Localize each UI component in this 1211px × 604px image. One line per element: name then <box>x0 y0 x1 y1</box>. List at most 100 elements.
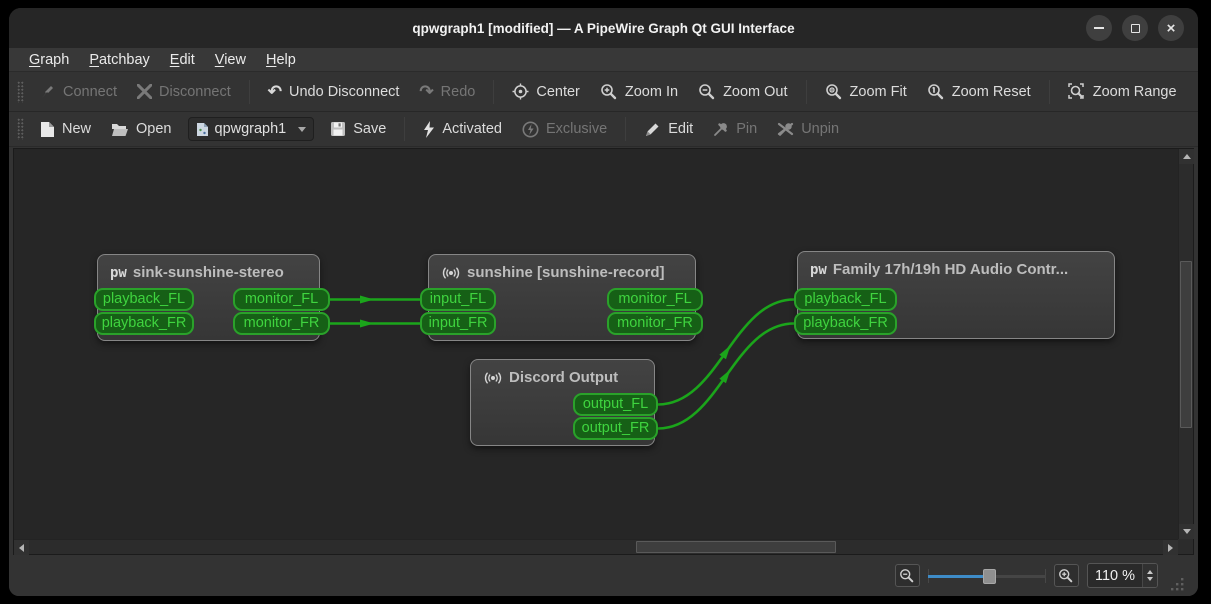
spin-up-icon <box>1147 570 1153 574</box>
port-input[interactable]: playback_FR <box>794 312 897 335</box>
port-output[interactable]: monitor_FL <box>607 288 703 311</box>
pipewire-icon: pw <box>810 261 827 278</box>
connection-wires <box>330 295 795 430</box>
port-input[interactable]: input_FL <box>420 288 496 311</box>
node-title: sink-sunshine-stereo <box>132 264 284 281</box>
center-button[interactable]: Center <box>502 78 590 105</box>
disconnect-icon <box>137 84 153 99</box>
arrow-down-icon <box>1182 529 1191 534</box>
arrow-right-icon <box>1168 543 1173 552</box>
horizontal-scrollbar[interactable] <box>14 539 1178 555</box>
activated-toggle[interactable]: Activated <box>413 116 512 143</box>
statusbar-zoom-in-button[interactable] <box>1053 564 1079 587</box>
zoom-fit-button[interactable]: Zoom Fit <box>815 78 917 106</box>
redo-button[interactable]: ↷ Redo <box>409 78 485 105</box>
port-output[interactable]: output_FL <box>573 393 658 416</box>
unpin-icon <box>778 122 794 136</box>
open-folder-icon <box>112 123 129 136</box>
toolbar-patchbay: New Open qpwgraph1 Save Activated Exclus… <box>9 112 1198 147</box>
port-output[interactable]: output_FR <box>573 417 658 440</box>
open-button[interactable]: Open <box>101 116 181 142</box>
scroll-down-button[interactable] <box>1179 524 1194 539</box>
statusbar-zoom-out-button[interactable] <box>894 564 920 587</box>
activated-bolt-icon <box>424 120 435 138</box>
spin-down-icon <box>1147 577 1153 581</box>
toolbar-separator <box>493 79 495 104</box>
slider-track-filled[interactable] <box>927 574 988 578</box>
menu-edit[interactable]: Edit <box>160 50 205 70</box>
menu-patchbay[interactable]: Patchbay <box>79 50 159 70</box>
toolbar-separator <box>805 79 807 104</box>
undo-icon: ↶ <box>267 82 282 101</box>
pin-icon <box>714 123 728 136</box>
graph-canvas-frame: pw sink-sunshine-stereo playback_FL play… <box>13 148 1194 555</box>
save-button[interactable]: Save <box>320 116 396 142</box>
port-input[interactable]: playback_FL <box>794 288 897 311</box>
scroll-right-button[interactable] <box>1163 540 1178 555</box>
zoom-reset-button[interactable]: Zoom Reset <box>917 78 1041 106</box>
chevron-down-icon <box>298 126 307 132</box>
zoom-in-button[interactable]: Zoom In <box>590 78 688 106</box>
menu-help[interactable]: Help <box>256 50 306 70</box>
zoom-percent-spinbox[interactable]: 110 % <box>1086 563 1158 588</box>
disconnect-button[interactable]: Disconnect <box>127 79 241 105</box>
patchbay-file-icon <box>196 122 208 136</box>
toolbar-separator <box>404 117 406 141</box>
scroll-left-button[interactable] <box>14 540 29 555</box>
stream-icon <box>484 372 502 383</box>
zoom-range-button[interactable]: Zoom Range <box>1058 78 1187 106</box>
edit-pencil-icon <box>646 123 659 136</box>
stream-icon <box>442 267 460 278</box>
horizontal-scroll-thumb[interactable] <box>636 541 836 553</box>
port-output[interactable]: monitor_FR <box>607 312 703 335</box>
port-input[interactable]: playback_FL <box>94 288 194 311</box>
toolbar-drag-handle[interactable] <box>17 80 24 103</box>
menu-graph[interactable]: Graph <box>19 50 79 70</box>
zoom-percent-value: 110 % <box>1094 567 1135 584</box>
zoom-fit-icon <box>825 83 841 99</box>
new-button[interactable]: New <box>30 116 101 143</box>
spinbox-arrows[interactable] <box>1142 564 1157 587</box>
zoom-slider[interactable] <box>927 567 1046 585</box>
pin-button[interactable]: Pin <box>703 116 767 142</box>
minimize-button[interactable] <box>1086 15 1112 41</box>
undo-button[interactable]: ↶ Undo Disconnect <box>258 78 410 105</box>
unpin-button[interactable]: Unpin <box>767 116 849 142</box>
patchbay-select[interactable]: qpwgraph1 <box>187 117 315 141</box>
new-file-icon <box>41 121 54 137</box>
slider-track[interactable] <box>987 574 1046 578</box>
toolbar-separator <box>625 117 627 141</box>
menubar: Graph Patchbay Edit View Help <box>9 48 1198 72</box>
app-window: qpwgraph1 [modified] — A PipeWire Graph … <box>9 8 1198 596</box>
port-output[interactable]: monitor_FL <box>233 288 330 311</box>
graph-view[interactable]: pw sink-sunshine-stereo playback_FL play… <box>14 149 1178 539</box>
edit-toggle[interactable]: Edit <box>634 116 703 143</box>
arrow-left-icon <box>19 543 24 552</box>
port-input[interactable]: playback_FR <box>94 312 194 335</box>
close-button[interactable]: × <box>1158 15 1184 41</box>
vertical-scrollbar[interactable] <box>1178 149 1194 539</box>
port-output[interactable]: monitor_FR <box>233 312 330 335</box>
zoom-slider-handle[interactable] <box>982 568 996 584</box>
zoom-range-icon <box>1067 82 1084 99</box>
maximize-button[interactable] <box>1122 15 1148 41</box>
menu-view[interactable]: View <box>205 50 256 70</box>
center-icon <box>512 83 529 100</box>
scroll-up-button[interactable] <box>1179 149 1194 164</box>
save-icon <box>331 122 346 136</box>
toolbar-drag-handle[interactable] <box>17 118 24 140</box>
resize-grip[interactable] <box>1171 578 1184 591</box>
zoom-reset-icon <box>927 83 943 99</box>
node-title: Family 17h/19h HD Audio Contr... <box>832 261 1069 278</box>
titlebar[interactable]: qpwgraph1 [modified] — A PipeWire Graph … <box>9 8 1198 48</box>
vertical-scroll-thumb[interactable] <box>1180 261 1192 428</box>
scrollbar-corner <box>1178 539 1193 554</box>
port-input[interactable]: input_FR <box>420 312 496 335</box>
connect-button[interactable]: Connect <box>30 79 127 105</box>
exclusive-bolt-icon <box>522 121 539 137</box>
exclusive-toggle[interactable]: Exclusive <box>512 116 617 143</box>
zoom-out-icon <box>900 568 914 582</box>
zoom-out-icon <box>699 83 715 99</box>
zoom-out-button[interactable]: Zoom Out <box>688 78 797 106</box>
maximize-icon <box>1130 23 1140 33</box>
